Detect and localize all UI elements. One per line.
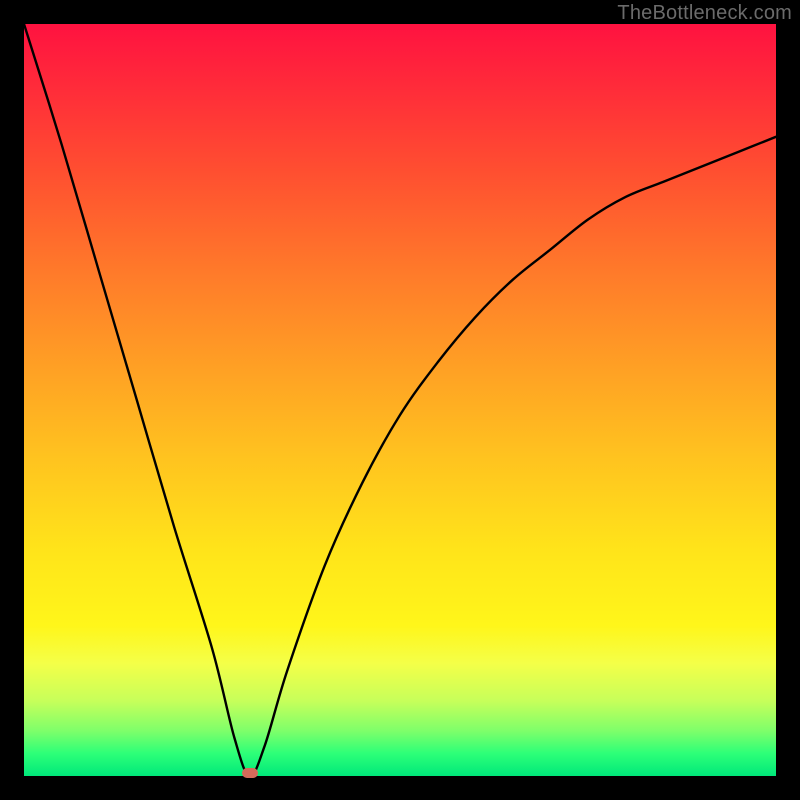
plot-area — [24, 24, 776, 776]
watermark-text: TheBottleneck.com — [617, 2, 792, 25]
chart-frame: TheBottleneck.com — [0, 0, 800, 800]
minimum-marker — [242, 768, 258, 778]
bottleneck-curve — [24, 24, 776, 776]
curve-path — [24, 24, 776, 776]
